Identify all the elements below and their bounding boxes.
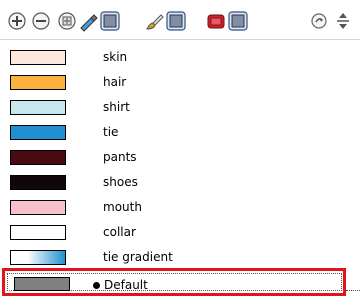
color-label: pants [103, 150, 137, 164]
selection-focus-outline: Default [7, 273, 342, 292]
color-list: skin hair shirt tie pants shoes mouth co… [0, 41, 360, 307]
color-row-mouth[interactable]: mouth [0, 196, 360, 220]
color-swatch[interactable] [10, 150, 66, 165]
palette-toolbar [0, 0, 360, 40]
color-swatch[interactable] [14, 277, 70, 291]
color-swatch[interactable] [10, 125, 66, 140]
color-row-skin[interactable]: skin [0, 46, 360, 70]
color-row-shirt[interactable]: shirt [0, 96, 360, 120]
color-row-pants[interactable]: pants [0, 146, 360, 170]
default-color-row[interactable]: Default [2, 268, 346, 296]
color-label: mouth [103, 200, 142, 214]
default-bullet-icon [93, 282, 100, 289]
color-swatch[interactable] [10, 75, 66, 90]
up-down-arrows-icon[interactable] [332, 10, 354, 32]
link-icon[interactable] [308, 10, 330, 32]
color-label: shirt [103, 100, 130, 114]
swatch-square-icon[interactable] [227, 10, 249, 32]
color-label: collar [103, 225, 136, 239]
minus-circle-icon[interactable] [30, 10, 52, 32]
swatch-square-icon[interactable] [99, 10, 121, 32]
color-swatch[interactable] [10, 250, 66, 265]
eyedropper-icon[interactable] [77, 10, 99, 32]
color-row-shoes[interactable]: shoes [0, 171, 360, 195]
color-row-collar[interactable]: collar [0, 221, 360, 245]
color-label: Default [104, 278, 148, 292]
brush-icon[interactable] [143, 10, 165, 32]
divider [346, 290, 360, 291]
color-swatch[interactable] [10, 200, 66, 215]
swatch-square-icon[interactable] [165, 10, 187, 32]
color-swatch[interactable] [10, 100, 66, 115]
color-label: tie [103, 125, 119, 139]
color-swatch[interactable] [10, 225, 66, 240]
color-label: hair [103, 75, 127, 89]
color-swatch[interactable] [10, 50, 66, 65]
color-row-hair[interactable]: hair [0, 71, 360, 95]
color-swatch[interactable] [10, 175, 66, 190]
plus-circle-icon[interactable] [6, 10, 28, 32]
color-row-tie-gradient[interactable]: tie gradient [0, 246, 360, 270]
color-row-tie[interactable]: tie [0, 121, 360, 145]
palette-icon[interactable] [205, 10, 227, 32]
texture-icon[interactable] [56, 10, 78, 32]
color-label: tie gradient [103, 250, 173, 264]
color-label: skin [103, 50, 128, 64]
color-label: shoes [103, 175, 138, 189]
